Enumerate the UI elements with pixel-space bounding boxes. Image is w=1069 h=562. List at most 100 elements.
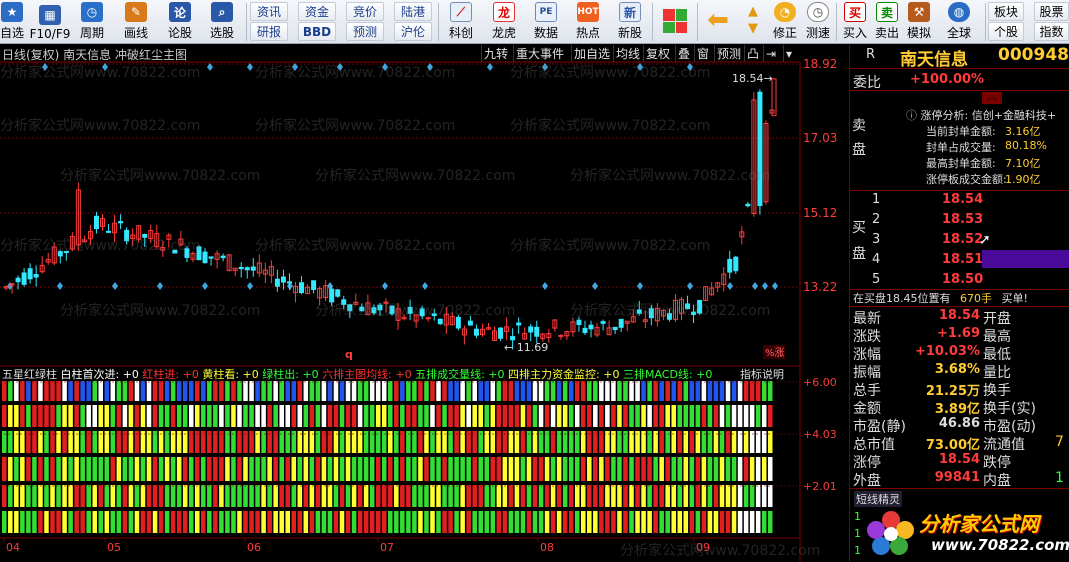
indicator-bar	[20, 511, 25, 533]
indicator-bar	[44, 457, 49, 481]
toolbar-hotspot[interactable]: HOT 热点	[570, 0, 606, 44]
analysis-label: 封单占成交量:	[926, 141, 996, 154]
float-value-partial: 7	[1055, 434, 1064, 450]
indicator-bar	[496, 457, 502, 481]
indicator-bar	[562, 381, 568, 401]
btn-research[interactable]: 研报	[250, 22, 288, 41]
toolbar-sell[interactable]: 卖 卖出	[872, 0, 902, 44]
month-label: 07	[380, 541, 394, 554]
tab-major-events[interactable]: 重大事件	[513, 45, 566, 62]
back-button[interactable]: ⬅	[702, 0, 734, 44]
toolbar-buy[interactable]: 买 买入	[840, 0, 870, 44]
tab-adjust[interactable]: 复权	[643, 45, 672, 62]
indicator-bar	[351, 485, 357, 507]
indicator-bar	[38, 381, 43, 401]
marker-diamond-icon	[592, 282, 598, 290]
indicator-bar	[508, 405, 514, 427]
indicator-bar	[442, 381, 447, 401]
tab-moving-average[interactable]: 均线	[613, 45, 642, 62]
toolbar-data[interactable]: PE 数据	[528, 0, 564, 44]
candle-body	[172, 249, 178, 254]
btn-funds[interactable]: 资金	[298, 2, 336, 21]
tab-predict[interactable]: 预测	[714, 45, 743, 62]
kline-chart[interactable]: 18.92 17.03 15.12 13.22 18.54→ ← 11.69 q %涨五星红绿…	[0, 45, 849, 562]
indicator-bar	[243, 485, 248, 507]
btn-index[interactable]: 指数	[1034, 22, 1069, 41]
toolbar-dragon-tiger[interactable]: 龙 龙虎	[486, 0, 522, 44]
indicator-bar	[8, 381, 13, 401]
candle-body	[510, 336, 516, 341]
indicator-bar	[116, 381, 122, 401]
candle-body	[63, 251, 69, 254]
indicator-bar	[8, 485, 13, 507]
indicator-bar	[363, 485, 369, 507]
dropdown-icon[interactable]: ▾	[783, 45, 794, 62]
toolbar-draw[interactable]: ✎ 画线	[120, 0, 152, 44]
indicator-bar	[327, 457, 333, 481]
toolbar-speed-test[interactable]: ◷ 测速	[803, 0, 833, 44]
indicator-bar	[321, 485, 327, 507]
indicator-bar	[719, 485, 725, 507]
tab-nine-turn[interactable]: 九转	[481, 45, 510, 62]
indicator-bar	[737, 457, 743, 481]
indicator-bar	[635, 381, 640, 401]
tab-overlay[interactable]: 叠	[675, 45, 692, 62]
indicator-bar	[490, 485, 496, 507]
indicator-bar	[550, 405, 556, 427]
indicator-bar	[261, 405, 266, 427]
indicator-bar	[363, 405, 369, 427]
candle-body	[286, 281, 292, 284]
toolbar-new-stock[interactable]: 新 新股	[612, 0, 648, 44]
candle-body	[419, 308, 425, 317]
marker-diamond-icon	[112, 282, 118, 290]
btn-single-stock[interactable]: 个股	[988, 22, 1024, 41]
toolbar-global[interactable]: ◍ 全球	[938, 0, 980, 44]
toolbar-discuss[interactable]: 论 论股	[165, 0, 195, 44]
btn-auction[interactable]: 竞价	[346, 2, 384, 21]
indicator-axis-label: +4.03	[803, 428, 837, 441]
toolbar-select-stock[interactable]: ⌕ 选股	[206, 0, 238, 44]
collapse-button[interactable]: ︿	[982, 92, 1002, 104]
indicator-bar	[279, 405, 284, 427]
btn-hk-connect[interactable]: 陆港	[394, 2, 432, 21]
indicator-bar	[92, 405, 97, 427]
indicator-help-button[interactable]: 指标说明	[740, 367, 784, 381]
btn-bbd[interactable]: BBD	[298, 22, 336, 41]
indicator-bar	[213, 405, 218, 427]
indicator-bar	[442, 405, 447, 427]
quote-label: 流通值	[983, 437, 1025, 453]
toolbar-separator	[697, 3, 698, 41]
lock-icon[interactable]: 凸	[744, 45, 761, 62]
indicator-bar	[436, 381, 441, 401]
toolbar-simulate[interactable]: ⚒ 模拟	[904, 0, 934, 44]
indicator-bar	[152, 485, 158, 507]
btn-news[interactable]: 资讯	[250, 2, 288, 21]
indicator-bar	[267, 511, 272, 533]
dragon-icon: 龙	[493, 2, 515, 22]
hammer-icon: ⚒	[908, 2, 930, 22]
toolbar-star-market[interactable]: ⟋ 科创	[443, 0, 479, 44]
indicator-bar	[369, 485, 375, 507]
btn-sector[interactable]: 板块	[988, 2, 1024, 21]
up-down-buttons[interactable]: ▲ ▼	[740, 0, 766, 44]
indicator-bar	[14, 405, 19, 427]
indicator-bar	[207, 457, 212, 481]
candle-body	[274, 278, 280, 287]
divider	[850, 306, 1069, 307]
expand-icon[interactable]: ⇥	[763, 45, 778, 62]
tab-add-watchlist[interactable]: 加自选	[571, 45, 612, 62]
indicator-bar	[647, 485, 652, 507]
indicator-bar	[725, 485, 731, 507]
tab-window[interactable]: 窗	[694, 45, 711, 62]
toolbar-layout-button[interactable]	[658, 0, 692, 44]
btn-forecast[interactable]: 预测	[346, 22, 384, 41]
btn-stock[interactable]: 股票	[1034, 2, 1069, 21]
quote-label: 换手(实)	[983, 401, 1036, 417]
toolbar-period[interactable]: ◷ 周期	[76, 0, 108, 44]
toolbar-f10[interactable]: ▦ F10/F9	[28, 0, 72, 44]
toolbar-watchlist[interactable]: ★ 自选	[0, 0, 24, 44]
btn-shanghai-london[interactable]: 沪伦	[394, 22, 432, 41]
indicator-bar	[237, 511, 242, 533]
quote-label: 市盈(静)	[853, 419, 906, 435]
toolbar-fix[interactable]: ◔ 修正	[770, 0, 800, 44]
